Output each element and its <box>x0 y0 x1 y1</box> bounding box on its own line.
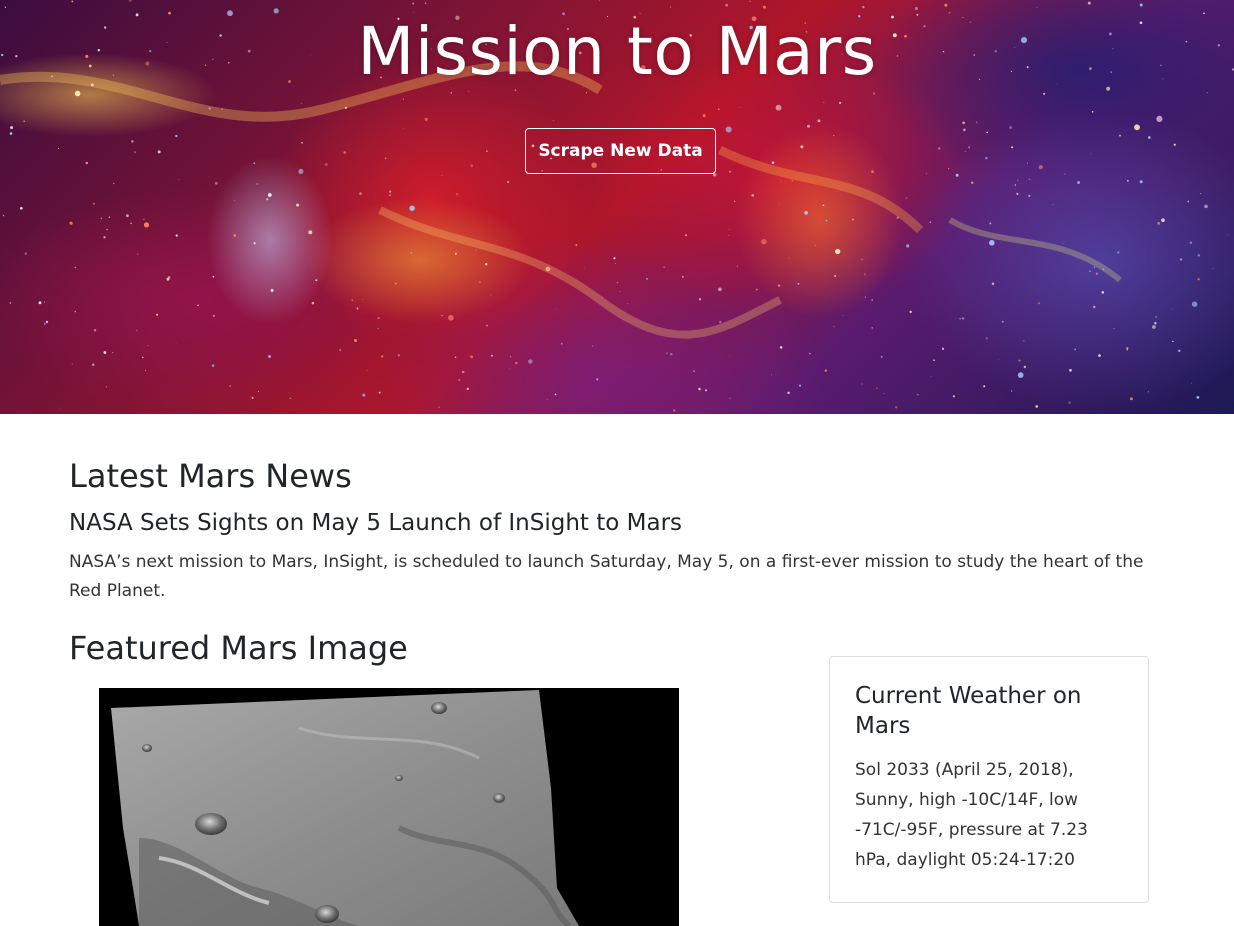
hero-banner: Mission to Mars Scrape New Data <box>0 0 1234 414</box>
featured-mars-image <box>99 688 679 926</box>
weather-title: Current Weather on Mars <box>855 683 1082 739</box>
page-title: Mission to Mars <box>357 13 877 90</box>
latest-news-heading: Latest Mars News <box>69 457 352 495</box>
weather-text: Sol 2033 (April 25, 2018), Sunny, high -… <box>855 760 1088 870</box>
weather-card: Current Weather on Mars Sol 2033 (April … <box>829 656 1149 903</box>
featured-image-heading: Featured Mars Image <box>69 629 408 667</box>
news-paragraph: NASA’s next mission to Mars, InSight, is… <box>69 552 1144 601</box>
mars-surface-photo <box>111 690 579 926</box>
scrape-new-data-button[interactable]: Scrape New Data <box>525 128 716 174</box>
news-title: NASA Sets Sights on May 5 Launch of InSi… <box>69 510 683 536</box>
